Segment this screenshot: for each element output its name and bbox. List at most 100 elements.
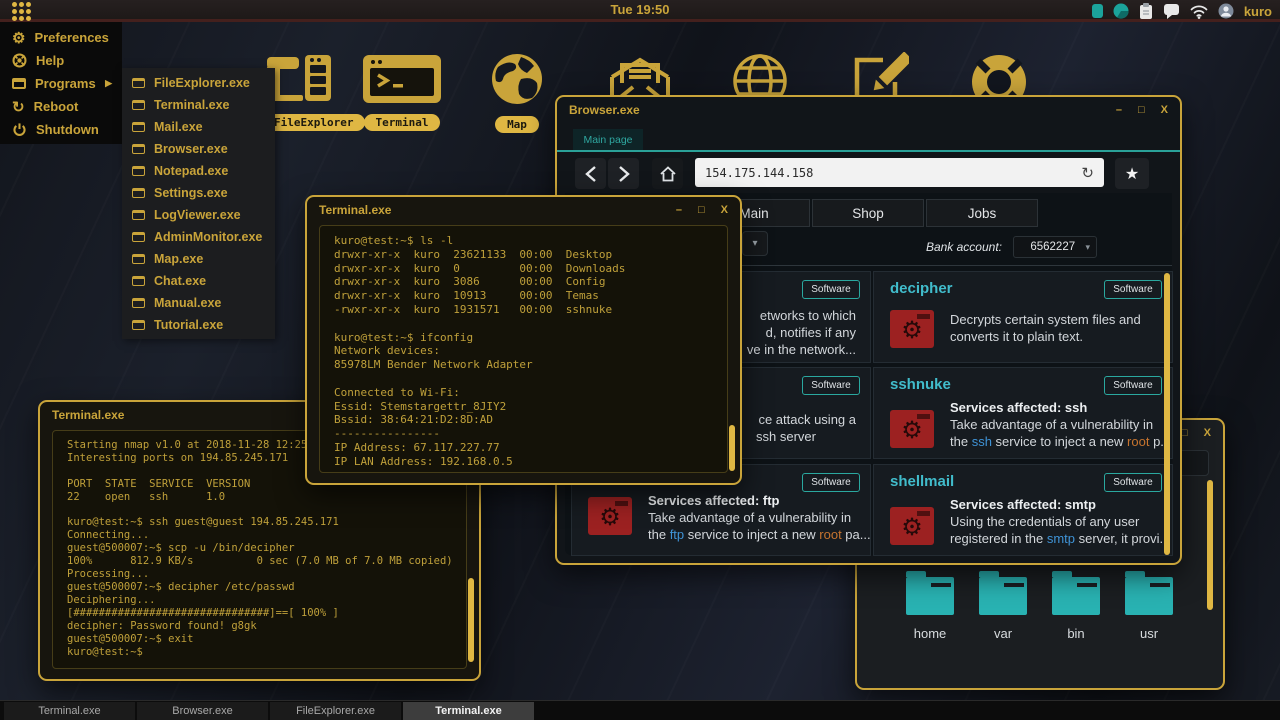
submenu-item-chat[interactable]: Chat.exe xyxy=(122,270,275,292)
star-icon: ★ xyxy=(1124,165,1140,183)
software-badge: Software xyxy=(1104,376,1162,395)
taskbar-item-terminal-1[interactable]: Terminal.exe xyxy=(4,702,135,720)
terminal-screen[interactable]: kuro@test:~$ ls -l drwxr-xr-x kuro 23621… xyxy=(319,225,728,473)
tray-teal-square-icon[interactable] xyxy=(1091,4,1103,18)
maximize-button[interactable]: □ xyxy=(698,204,705,216)
desktop-icon-map[interactable]: Map xyxy=(489,53,545,133)
tray-teal-circle-icon[interactable] xyxy=(1113,3,1129,19)
services-affected: Services affected: ftp xyxy=(648,493,780,508)
submenu-item-label: FileExplorer.exe xyxy=(154,76,250,90)
browser-tab-main-page[interactable]: Main page xyxy=(573,129,643,150)
submenu-arrow-icon: ▶ xyxy=(105,78,112,88)
filter-dropdown[interactable]: ▾ xyxy=(742,231,768,256)
submenu-item-manual[interactable]: Manual.exe xyxy=(122,292,275,314)
folder-usr[interactable] xyxy=(1125,571,1173,615)
services-affected: Services affected: ssh xyxy=(950,400,1088,415)
submenu-item-label: Notepad.exe xyxy=(154,164,229,178)
software-app-icon: ⚙ xyxy=(890,410,934,448)
fileexplorer-icon xyxy=(267,55,331,101)
refresh-icon[interactable]: ↻ xyxy=(1081,164,1094,182)
bank-account-dropdown[interactable]: 6562227 ▾ xyxy=(1013,236,1097,258)
gear-icon: ⚙ xyxy=(901,513,923,541)
submenu-item-terminal[interactable]: Terminal.exe xyxy=(122,94,275,116)
software-card-decipher[interactable]: decipher Software ⚙ Decrypts certain sys… xyxy=(873,271,1173,363)
explorer-scrollbar[interactable] xyxy=(1207,480,1213,610)
folder-label: bin xyxy=(1067,626,1085,641)
gear-icon: ⚙ xyxy=(599,503,621,531)
card-description: the ssh service to inject a new root p..… xyxy=(950,434,1172,449)
page-tab-shop[interactable]: Shop xyxy=(812,199,924,227)
menu-item-programs[interactable]: Programs ▶ xyxy=(0,72,122,95)
close-button[interactable]: X xyxy=(1204,427,1211,439)
submenu-item-browser[interactable]: Browser.exe xyxy=(122,138,275,160)
tab-underline xyxy=(557,150,1180,152)
submenu-item-mail[interactable]: Mail.exe xyxy=(122,116,275,138)
folder-home[interactable] xyxy=(906,571,954,615)
username[interactable]: kuro xyxy=(1244,4,1272,19)
browser-scrollbar[interactable] xyxy=(1164,273,1170,555)
back-button[interactable] xyxy=(575,158,606,189)
home-icon xyxy=(659,165,676,181)
software-name: decipher xyxy=(890,280,953,297)
services-affected: Services affected: smtp xyxy=(950,497,1096,512)
taskbar-item-fileexplorer[interactable]: FileExplorer.exe xyxy=(270,702,401,720)
wifi-icon[interactable] xyxy=(1190,4,1208,19)
submenu-item-logviewer[interactable]: LogViewer.exe xyxy=(122,204,275,226)
menu-item-preferences[interactable]: ⚙ Preferences xyxy=(0,26,122,49)
taskbar-item-terminal-2[interactable]: Terminal.exe xyxy=(403,702,534,720)
reboot-icon: ↻ xyxy=(12,98,25,116)
software-badge: Software xyxy=(802,473,860,492)
card-description: Take advantage of a vulnerability in xyxy=(950,417,1154,432)
folder-var[interactable] xyxy=(979,571,1027,615)
submenu-item-adminmonitor[interactable]: AdminMonitor.exe xyxy=(122,226,275,248)
terminal-scrollbar[interactable] xyxy=(729,425,735,471)
menu-item-label: Programs xyxy=(35,76,96,91)
folder-label: home xyxy=(913,626,947,641)
desktop-icon-terminal[interactable]: Terminal xyxy=(360,55,444,131)
top-bar: Tue 19:50 kuro xyxy=(0,0,1280,22)
menu-item-shutdown[interactable]: Shutdown xyxy=(0,118,122,141)
minimize-button[interactable]: – xyxy=(676,204,682,216)
url-bar[interactable]: 154.175.144.158 ↻ xyxy=(695,158,1104,187)
submenu-item-map[interactable]: Map.exe xyxy=(122,248,275,270)
software-card-shellmail[interactable]: shellmail Software ⚙ Services affected: … xyxy=(873,464,1173,556)
submenu-item-fileexplorer[interactable]: FileExplorer.exe xyxy=(122,72,275,94)
card-description: converts it to plain text. xyxy=(950,329,1083,344)
card-description: Decrypts certain system files and xyxy=(950,312,1141,327)
taskbar-item-browser[interactable]: Browser.exe xyxy=(137,702,268,720)
chat-bubble-icon[interactable] xyxy=(1163,3,1180,19)
submenu-item-settings[interactable]: Settings.exe xyxy=(122,182,275,204)
menu-item-help[interactable]: Help xyxy=(0,49,122,72)
submenu-item-tutorial[interactable]: Tutorial.exe xyxy=(122,314,275,336)
avatar[interactable] xyxy=(1218,3,1234,19)
submenu-item-label: Browser.exe xyxy=(154,142,228,156)
terminal-titlebar[interactable]: Terminal.exe – □ X xyxy=(307,197,740,223)
clock: Tue 19:50 xyxy=(610,2,670,17)
maximize-button[interactable]: □ xyxy=(1138,104,1145,116)
browser-titlebar[interactable]: Browser.exe – □ X xyxy=(557,97,1180,123)
favorite-button[interactable]: ★ xyxy=(1115,158,1149,189)
software-card-sshnuke[interactable]: sshnuke Software ⚙ Services affected: ss… xyxy=(873,367,1173,459)
home-button[interactable] xyxy=(652,158,683,189)
software-app-icon: ⚙ xyxy=(890,310,934,348)
card-description: ssh server xyxy=(756,429,816,444)
window-icon xyxy=(132,298,145,308)
terminal-icon xyxy=(363,55,441,103)
close-button[interactable]: X xyxy=(1161,104,1168,116)
clipboard-icon[interactable] xyxy=(1139,2,1153,20)
card-description: ce attack using a xyxy=(758,412,856,427)
page-tab-jobs[interactable]: Jobs xyxy=(926,199,1038,227)
forward-button[interactable] xyxy=(608,158,639,189)
close-button[interactable]: X xyxy=(721,204,728,216)
menu-item-reboot[interactable]: ↻ Reboot xyxy=(0,95,122,118)
url-text: 154.175.144.158 xyxy=(705,165,814,180)
folder-bin[interactable] xyxy=(1052,571,1100,615)
software-badge: Software xyxy=(1104,280,1162,299)
submenu-item-notepad[interactable]: Notepad.exe xyxy=(122,160,275,182)
submenu-item-label: Settings.exe xyxy=(154,186,228,200)
terminal-scrollbar[interactable] xyxy=(468,578,474,662)
software-badge: Software xyxy=(1104,473,1162,492)
taskbar: Terminal.exe Browser.exe FileExplorer.ex… xyxy=(0,700,1280,720)
window-icon xyxy=(132,122,145,132)
minimize-button[interactable]: – xyxy=(1116,104,1122,116)
